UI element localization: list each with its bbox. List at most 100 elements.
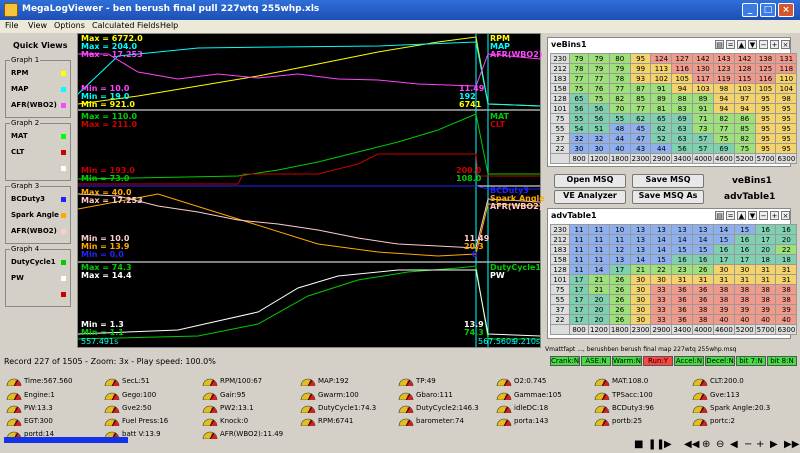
- adv_table-cell[interactable]: 22: [775, 244, 798, 255]
- ve_table-cell[interactable]: 127: [671, 53, 694, 64]
- adv_table-cell[interactable]: 26: [608, 314, 631, 325]
- adv_table-cell[interactable]: 17: [712, 254, 735, 265]
- adv_table-cell[interactable]: 13: [650, 224, 673, 235]
- channel-mat[interactable]: MAT: [11, 132, 28, 140]
- adv_table-cell[interactable]: 31: [775, 274, 798, 285]
- adv_table-cell[interactable]: 16: [671, 254, 694, 265]
- adv_table-cell[interactable]: 26: [608, 304, 631, 315]
- ve_table-cell[interactable]: 83: [671, 103, 694, 114]
- ve_table-cell[interactable]: 128: [733, 63, 756, 74]
- adv_table-cell[interactable]: 39: [733, 304, 756, 315]
- adv_table-cell[interactable]: 11: [608, 234, 631, 245]
- ve_table-cell[interactable]: 102: [650, 73, 673, 84]
- menu-view[interactable]: View: [28, 21, 47, 30]
- ve_table-cell[interactable]: 124: [650, 53, 673, 64]
- ve_table-cell[interactable]: 75: [588, 93, 610, 104]
- multiply-icon[interactable]: ×: [781, 40, 790, 49]
- color-swatch[interactable]: [61, 229, 66, 234]
- adv_table-cell[interactable]: 14: [692, 234, 714, 245]
- adv_table-cell[interactable]: 20: [754, 244, 777, 255]
- adv_table-cell[interactable]: 15: [671, 244, 694, 255]
- ve_table-cell[interactable]: 56: [588, 113, 610, 124]
- ve_table-cell[interactable]: 75: [733, 143, 756, 154]
- adv_table-cell[interactable]: 16: [712, 244, 735, 255]
- ve_table-cell[interactable]: 87: [629, 83, 652, 94]
- up-arrow-icon[interactable]: ▲: [737, 40, 746, 49]
- adv_table-cell[interactable]: 40: [712, 314, 735, 325]
- adv_table-cell[interactable]: 30: [629, 304, 652, 315]
- adv_table-cell[interactable]: 14: [671, 234, 694, 245]
- ve_table-cell[interactable]: 115: [733, 73, 756, 84]
- minimize-icon[interactable]: _: [742, 3, 758, 17]
- ve_table-cell[interactable]: 79: [588, 53, 610, 64]
- adv_table-cell[interactable]: 30: [629, 314, 652, 325]
- save-msq-button[interactable]: Save MSQ: [632, 174, 704, 188]
- ve_table-cell[interactable]: 105: [671, 73, 694, 84]
- adv_table-cell[interactable]: 16: [733, 234, 756, 245]
- equals-icon[interactable]: =: [726, 40, 735, 49]
- maximize-icon[interactable]: □: [760, 3, 776, 17]
- ve_table-cell[interactable]: 52: [650, 133, 673, 144]
- ve_table-cell[interactable]: 138: [754, 53, 777, 64]
- adv_table-cell[interactable]: 11: [569, 234, 589, 245]
- down-arrow-icon[interactable]: ▼: [748, 211, 757, 220]
- adv_table-cell[interactable]: 33: [650, 304, 673, 315]
- ve-analyzer-button[interactable]: VE Analyzer: [554, 190, 626, 204]
- equals-icon[interactable]: =: [726, 211, 735, 220]
- adv_table-cell[interactable]: 20: [588, 314, 610, 325]
- adv_table-cell[interactable]: 22: [650, 264, 673, 275]
- step-back-icon[interactable]: ◀: [730, 439, 738, 450]
- adv_table-cell[interactable]: 11: [588, 254, 610, 265]
- channel-spark-angle[interactable]: Spark Angle: [11, 211, 59, 219]
- ve_table-cell[interactable]: 44: [650, 143, 673, 154]
- adv_table-cell[interactable]: 18: [775, 254, 798, 265]
- minus-icon[interactable]: −: [759, 40, 768, 49]
- adv_table-cell[interactable]: 11: [569, 244, 589, 255]
- adv_table-cell[interactable]: 30: [629, 284, 652, 295]
- ve_table-cell[interactable]: 79: [588, 63, 610, 74]
- channel-map[interactable]: MAP: [11, 85, 29, 93]
- adv_table-cell[interactable]: 40: [733, 314, 756, 325]
- ve_table-cell[interactable]: 116: [754, 73, 777, 84]
- adv_table-cell[interactable]: 39: [712, 304, 735, 315]
- ve_table-cell[interactable]: 94: [733, 103, 756, 114]
- ve_table-cell[interactable]: 105: [754, 83, 777, 94]
- color-swatch[interactable]: [61, 213, 66, 218]
- ve_table-cell[interactable]: 32: [569, 133, 589, 144]
- ve_table-cell[interactable]: 75: [569, 83, 589, 94]
- decrease-icon[interactable]: −: [744, 439, 752, 450]
- adv_table-cell[interactable]: 13: [629, 224, 652, 235]
- ve_table-cell[interactable]: 95: [775, 143, 798, 154]
- ve_table-cell[interactable]: 79: [569, 53, 589, 64]
- adv_table-cell[interactable]: 26: [608, 284, 631, 295]
- channel-rpm[interactable]: RPM: [11, 69, 29, 77]
- ve_table-cell[interactable]: 45: [629, 123, 652, 134]
- adv_table-cell[interactable]: 13: [629, 234, 652, 245]
- fast-forward-icon[interactable]: ▶▶: [784, 439, 799, 450]
- adv_table-cell[interactable]: 10: [608, 224, 631, 235]
- adv_table-cell[interactable]: 21: [629, 264, 652, 275]
- ve_table-cell[interactable]: 76: [588, 83, 610, 94]
- ve_table-cell[interactable]: 116: [671, 63, 694, 74]
- ve_table-cell[interactable]: 65: [569, 93, 589, 104]
- adv_table-cell[interactable]: 16: [775, 224, 798, 235]
- ve_table-cell[interactable]: 119: [712, 73, 735, 84]
- ve_table-cell[interactable]: 43: [629, 143, 652, 154]
- color-swatch[interactable]: [61, 103, 66, 108]
- ve_table-cell[interactable]: 110: [775, 73, 798, 84]
- ve_table-cell[interactable]: 95: [775, 113, 798, 124]
- adv_table-cell[interactable]: 11: [569, 264, 589, 275]
- adv_table-cell[interactable]: 11: [588, 244, 610, 255]
- adv_table-table[interactable]: 230 11 11 10 13 13 13 13 14 15 16 16 212 11 11 11 13 14 14…: [550, 224, 798, 335]
- ve_table-cell[interactable]: 85: [629, 93, 652, 104]
- adv_table-cell[interactable]: 18: [754, 254, 777, 265]
- adv_table-cell[interactable]: 13: [608, 254, 631, 265]
- adv_table-cell[interactable]: 38: [692, 314, 714, 325]
- adv_table-cell[interactable]: 38: [754, 294, 777, 305]
- ve_table-cell[interactable]: 62: [650, 123, 673, 134]
- ve_table-cell[interactable]: 89: [650, 93, 673, 104]
- ve_table-cell[interactable]: 77: [608, 83, 631, 94]
- ve_table-cell[interactable]: 98: [712, 83, 735, 94]
- adv_table-cell[interactable]: 16: [692, 254, 714, 265]
- ve_table-cell[interactable]: 81: [650, 103, 673, 114]
